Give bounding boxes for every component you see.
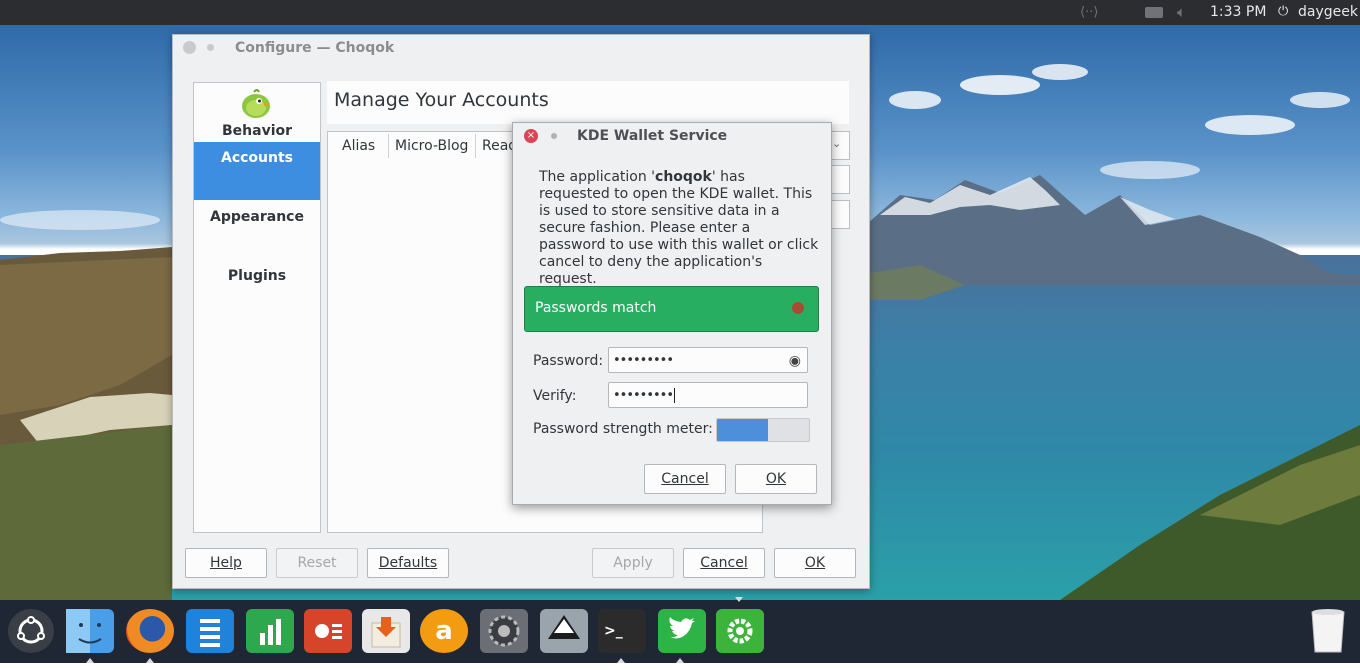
writer-icon[interactable] bbox=[186, 609, 234, 653]
finder-icon[interactable] bbox=[66, 609, 114, 653]
password-strength-meter bbox=[716, 418, 810, 442]
user-name[interactable]: daygeek bbox=[1298, 4, 1358, 20]
volume-icon[interactable]: 🔈︎ bbox=[1177, 3, 1186, 21]
app-name: choqok bbox=[655, 169, 712, 185]
page-title: Manage Your Accounts bbox=[334, 89, 549, 111]
passwords-match-banner: Passwords match bbox=[524, 286, 819, 332]
column-micro-blog[interactable]: Micro-Blog bbox=[395, 138, 468, 154]
sidebar-item-plugins[interactable]: Plugins bbox=[194, 268, 320, 288]
help-button[interactable]: Help bbox=[185, 548, 267, 578]
reset-button[interactable]: Reset bbox=[276, 548, 358, 578]
trash-icon[interactable] bbox=[1306, 606, 1350, 654]
amazon-icon[interactable]: a bbox=[420, 609, 468, 653]
cancel-button[interactable]: Cancel bbox=[683, 548, 765, 578]
ok-button[interactable]: OK bbox=[774, 548, 856, 578]
defaults-label: Defaults bbox=[378, 555, 438, 571]
message-text: The application ' bbox=[539, 169, 656, 185]
wallet-cancel-label: Cancel bbox=[661, 471, 709, 487]
wallet-ok-label: OK bbox=[765, 471, 787, 487]
strength-label: Password strength meter: bbox=[533, 421, 713, 437]
window-title: Configure — Choqok bbox=[235, 40, 395, 56]
ubuntu-menu-icon[interactable] bbox=[8, 609, 54, 653]
column-divider bbox=[475, 134, 476, 158]
chevron-down-icon: ⌄ bbox=[832, 137, 842, 150]
firefox-icon[interactable] bbox=[126, 609, 174, 653]
restore-icon[interactable] bbox=[551, 133, 557, 139]
reset-label: Reset bbox=[297, 555, 337, 571]
verify-field[interactable]: ••••••••• bbox=[608, 382, 808, 408]
choqok-bird-icon bbox=[240, 89, 272, 119]
close-icon[interactable] bbox=[183, 41, 196, 54]
terminal-icon[interactable]: >_ bbox=[598, 609, 646, 653]
banner-text: Passwords match bbox=[535, 300, 657, 316]
power-icon[interactable]: ⏻ bbox=[1278, 4, 1288, 19]
battery-icon[interactable] bbox=[1145, 7, 1163, 18]
password-field[interactable]: ••••••••• ◉ bbox=[608, 347, 808, 373]
ok-label: OK bbox=[804, 555, 826, 571]
verify-label: Verify: bbox=[533, 388, 577, 404]
running-indicator bbox=[86, 658, 94, 663]
close-banner-icon[interactable] bbox=[792, 302, 804, 314]
verify-value: ••••••••• bbox=[613, 388, 674, 403]
edit-account-button[interactable] bbox=[829, 165, 850, 194]
defaults-button[interactable]: Defaults bbox=[367, 548, 449, 578]
wallet-cancel-button[interactable]: Cancel bbox=[644, 464, 726, 494]
remove-account-button[interactable] bbox=[829, 200, 850, 229]
dock: a >_ bbox=[0, 597, 1360, 663]
apply-button[interactable]: Apply bbox=[592, 548, 674, 578]
sidebar-item-behavior[interactable]: Behavior bbox=[194, 123, 320, 143]
inkscape-icon[interactable] bbox=[540, 609, 588, 653]
password-label: Password: bbox=[533, 353, 604, 369]
clock[interactable]: 1:33 PM bbox=[1210, 4, 1266, 20]
active-indicator bbox=[735, 597, 743, 602]
config-sidebar: Behavior Accounts Appearance Plugins bbox=[193, 82, 321, 533]
calc-icon[interactable] bbox=[246, 609, 294, 653]
password-value: ••••••••• bbox=[613, 353, 674, 368]
column-divider bbox=[388, 134, 389, 158]
top-panel: ⟨··⟩ 🔈︎ 1:33 PM ⏻ daygeek bbox=[0, 0, 1360, 25]
impress-icon[interactable] bbox=[304, 609, 352, 653]
kde-wallet-dialog: × KDE Wallet Service The application 'ch… bbox=[512, 122, 832, 505]
wallet-ok-button[interactable]: OK bbox=[735, 464, 817, 494]
show-password-eye-icon[interactable]: ◉ bbox=[789, 348, 801, 374]
system-settings-icon[interactable] bbox=[480, 609, 528, 653]
close-icon[interactable]: × bbox=[524, 129, 538, 143]
strength-meter-fill bbox=[717, 419, 768, 441]
wallet-message: The application 'choqok' has requested t… bbox=[539, 169, 819, 288]
running-indicator bbox=[676, 658, 684, 663]
sidebar-item-appearance[interactable]: Appearance bbox=[194, 209, 320, 229]
column-alias[interactable]: Alias bbox=[342, 138, 375, 154]
restore-icon[interactable] bbox=[207, 44, 214, 51]
network-arrows-icon[interactable]: ⟨··⟩ bbox=[1080, 5, 1098, 20]
help-label: Help bbox=[210, 555, 242, 571]
message-text: ' has requested to open the KDE wallet. … bbox=[539, 169, 819, 287]
page-header: Manage Your Accounts bbox=[327, 81, 849, 124]
running-indicator bbox=[146, 658, 154, 663]
dialog-title: KDE Wallet Service bbox=[577, 128, 728, 144]
twitter-icon[interactable] bbox=[658, 609, 706, 653]
apply-label: Apply bbox=[613, 555, 653, 571]
text-cursor bbox=[674, 388, 676, 403]
running-indicator bbox=[617, 658, 625, 663]
choqok-settings-icon[interactable] bbox=[716, 609, 764, 653]
window-titlebar[interactable]: Configure — Choqok bbox=[173, 35, 869, 61]
cancel-label: Cancel bbox=[700, 555, 748, 571]
add-account-dropdown[interactable]: ⌄ bbox=[829, 131, 850, 160]
sidebar-item-accounts[interactable]: Accounts bbox=[194, 142, 320, 200]
software-install-icon[interactable] bbox=[362, 609, 410, 653]
